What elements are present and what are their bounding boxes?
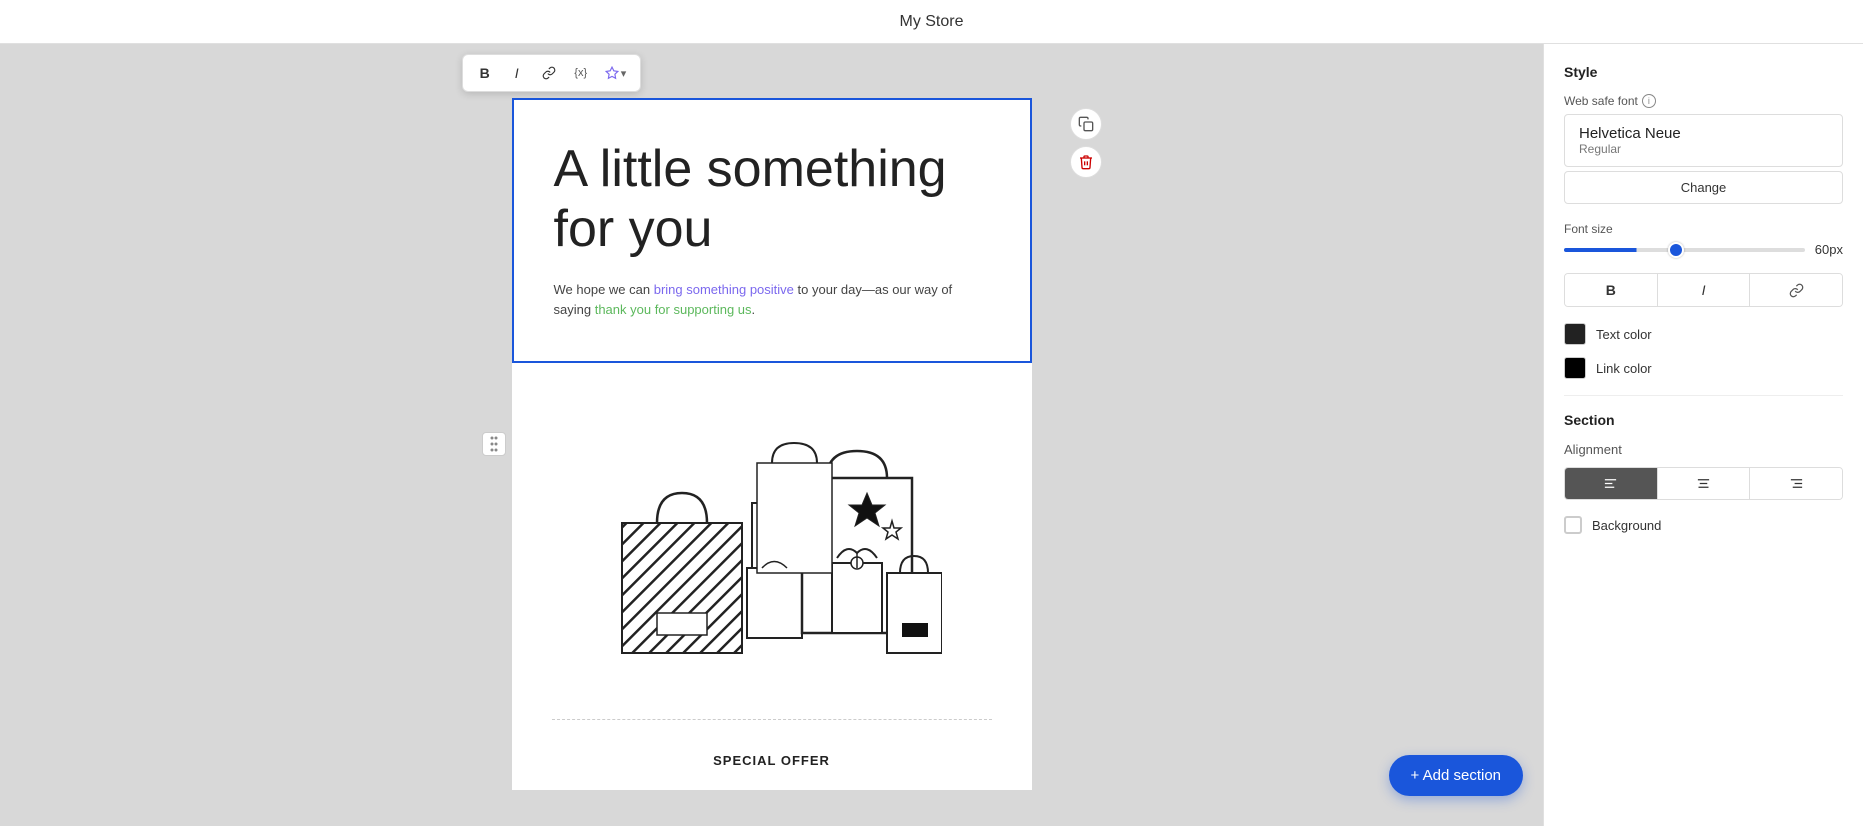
variable-button[interactable]: {x}: [567, 59, 595, 87]
font-size-label: Font size: [1564, 222, 1843, 236]
divider-line: [552, 719, 992, 720]
align-center-button[interactable]: [1658, 468, 1751, 499]
add-section-button[interactable]: + Add section: [1389, 755, 1523, 796]
delete-section-button[interactable]: [1070, 146, 1102, 178]
text-color-swatch[interactable]: [1564, 323, 1586, 345]
font-style: Regular: [1579, 142, 1828, 156]
format-bold-button[interactable]: B: [1565, 274, 1658, 306]
alignment-label: Alignment: [1564, 442, 1843, 457]
main-area: B I {x} ▾: [0, 44, 1863, 826]
alignment-buttons: [1564, 467, 1843, 500]
italic-button[interactable]: I: [503, 59, 531, 87]
format-buttons: B I: [1564, 273, 1843, 307]
special-offer-text: SPECIAL OFFER: [713, 753, 830, 768]
text-color-label: Text color: [1596, 327, 1652, 342]
background-label: Background: [1592, 518, 1661, 533]
format-link-button[interactable]: [1750, 274, 1842, 306]
store-title: My Store: [899, 13, 963, 31]
link-color-label: Link color: [1596, 361, 1652, 376]
text-color-row: Text color: [1564, 323, 1843, 345]
web-safe-font-info-icon[interactable]: i: [1642, 94, 1656, 108]
align-left-button[interactable]: [1565, 468, 1658, 499]
text-toolbar: B I {x} ▾: [462, 54, 642, 92]
text-section[interactable]: A little something for you We hope we ca…: [512, 98, 1032, 363]
background-checkbox[interactable]: [1564, 516, 1582, 534]
section-heading[interactable]: A little something for you: [554, 140, 990, 260]
image-section: [512, 363, 1032, 703]
bags-illustration: [602, 393, 942, 673]
duplicate-section-button[interactable]: [1070, 108, 1102, 140]
font-size-row: 60px: [1564, 242, 1843, 257]
bold-button[interactable]: B: [471, 59, 499, 87]
panel-divider: [1564, 395, 1843, 396]
divider-section: [512, 703, 1032, 736]
magic-button[interactable]: ▾: [599, 62, 633, 84]
link-color-row: Link color: [1564, 357, 1843, 379]
special-offer-section: SPECIAL OFFER: [512, 736, 1032, 790]
section-actions: [1070, 108, 1102, 178]
top-bar: My Store: [0, 0, 1863, 44]
highlight-text: bring something positive: [654, 282, 794, 297]
web-safe-font-label: Web safe font i: [1564, 94, 1843, 108]
highlight2-text: thank you for supporting us: [595, 302, 752, 317]
font-name: Helvetica Neue: [1579, 125, 1828, 142]
link-button[interactable]: [535, 59, 563, 87]
canvas-area: B I {x} ▾: [0, 44, 1543, 826]
align-right-button[interactable]: [1750, 468, 1842, 499]
section-panel-title: Section: [1564, 412, 1843, 428]
right-panel: Style Web safe font i Helvetica Neue Reg…: [1543, 44, 1863, 826]
font-display: Helvetica Neue Regular: [1564, 114, 1843, 167]
email-wrapper: A little something for you We hope we ca…: [512, 98, 1032, 790]
format-italic-button[interactable]: I: [1658, 274, 1751, 306]
background-row: Background: [1564, 516, 1843, 534]
style-title: Style: [1564, 64, 1843, 80]
change-font-button[interactable]: Change: [1564, 171, 1843, 204]
section-body[interactable]: We hope we can bring something positive …: [554, 280, 990, 322]
font-size-value: 60px: [1815, 242, 1843, 257]
drag-handle[interactable]: [482, 432, 506, 456]
font-size-slider[interactable]: [1564, 248, 1805, 252]
link-color-swatch[interactable]: [1564, 357, 1586, 379]
